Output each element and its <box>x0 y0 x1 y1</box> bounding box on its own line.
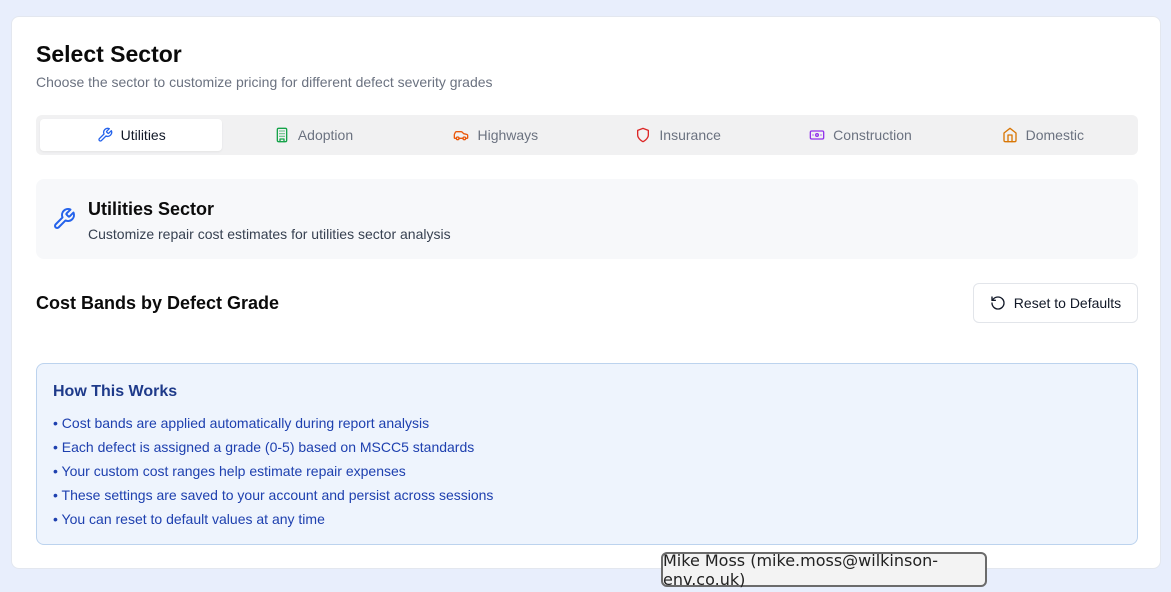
tab-construction[interactable]: Construction <box>769 119 951 151</box>
building-icon <box>276 127 288 143</box>
cost-bands-title: Cost Bands by Defect Grade <box>36 293 280 313</box>
sector-settings-card: Select Sector Choose the sector to custo… <box>11 16 1161 569</box>
reset-defaults-button[interactable]: Reset to Defaults <box>973 283 1138 323</box>
how-it-works-list: • Cost bands are applied automatically d… <box>53 414 493 534</box>
tab-highways[interactable]: Highways <box>405 119 587 151</box>
tab-label: Adoption <box>297 127 354 143</box>
tab-domestic[interactable]: Domestic <box>952 119 1134 151</box>
tab-label: Highways <box>477 127 539 143</box>
how-it-works-title: How This Works <box>53 383 178 400</box>
tab-label: Insurance <box>659 127 721 143</box>
wrench-icon <box>97 127 112 142</box>
car-icon <box>454 131 469 141</box>
sector-summary: Utilities Sector Customize repair cost e… <box>36 179 1138 259</box>
tab-utilities[interactable]: Utilities <box>40 119 223 151</box>
list-item: • You can reset to default values at any… <box>53 511 325 527</box>
home-icon <box>1002 127 1017 143</box>
page-subtitle: Choose the sector to customize pricing f… <box>36 74 493 90</box>
user-tooltip: Mike Moss (mike.moss@wilkinson-env.co.uk… <box>661 551 987 589</box>
shield-icon <box>637 127 650 143</box>
rotate-ccw-icon <box>991 296 1005 310</box>
banknote-icon <box>809 130 825 140</box>
sector-tabs: Utilities Adoption Highways Insurance Co… <box>36 115 1138 155</box>
sector-description: Customize repair cost estimates for util… <box>88 226 451 242</box>
tab-label: Domestic <box>1025 127 1084 143</box>
reset-defaults-label: Reset to Defaults <box>1013 295 1122 311</box>
list-item: • Each defect is assigned a grade (0-5) … <box>53 439 475 455</box>
how-it-works-box: How This Works • Cost bands are applied … <box>36 363 1138 545</box>
tab-adoption[interactable]: Adoption <box>222 119 404 151</box>
sector-title: Utilities Sector <box>88 199 215 219</box>
list-item: • Your custom cost ranges help estimate … <box>53 463 406 479</box>
wrench-icon <box>54 208 75 229</box>
tab-label: Utilities <box>120 127 166 143</box>
list-item: • These settings are saved to your accou… <box>53 487 494 503</box>
tab-insurance[interactable]: Insurance <box>587 119 769 151</box>
page-title: Select Sector <box>36 41 182 67</box>
list-item: • Cost bands are applied automatically d… <box>53 415 430 431</box>
tab-label: Construction <box>833 127 912 143</box>
